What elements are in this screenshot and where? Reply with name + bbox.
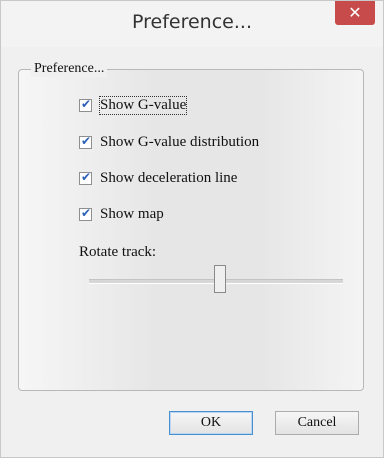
cancel-button[interactable]: Cancel <box>275 411 359 435</box>
groupbox-legend: Preference... <box>31 61 108 77</box>
check-icon: ✔ <box>81 134 92 148</box>
checkbox-box[interactable]: ✔ <box>79 97 92 112</box>
ok-button[interactable]: OK <box>169 411 253 435</box>
check-icon: ✔ <box>81 170 92 184</box>
show-g-value-distribution-label[interactable]: Show G-value distribution <box>100 134 259 151</box>
title-bar[interactable]: Preference... ✕ <box>1 1 383 47</box>
show-map-label[interactable]: Show map <box>100 206 164 223</box>
checkbox-box[interactable]: ✔ <box>79 170 92 185</box>
close-button[interactable]: ✕ <box>335 1 375 25</box>
preference-dialog: Preference... ✕ Preference... ✔ Show G-v… <box>0 0 384 458</box>
slider-thumb[interactable] <box>214 265 226 293</box>
window-title: Preference... <box>132 11 252 33</box>
checkbox-box[interactable]: ✔ <box>79 134 92 149</box>
show-g-value-label[interactable]: Show G-value <box>98 96 188 115</box>
close-icon: ✕ <box>348 3 362 22</box>
preference-groupbox <box>18 69 364 391</box>
checkbox-box[interactable]: ✔ <box>79 206 92 221</box>
dialog-body: Preference... ✔ Show G-value ✔ Show G-va… <box>17 47 367 447</box>
rotate-track-label: Rotate track: <box>79 244 157 260</box>
check-icon: ✔ <box>81 206 92 220</box>
check-icon: ✔ <box>81 97 92 111</box>
show-deceleration-line-label[interactable]: Show deceleration line <box>100 170 237 187</box>
